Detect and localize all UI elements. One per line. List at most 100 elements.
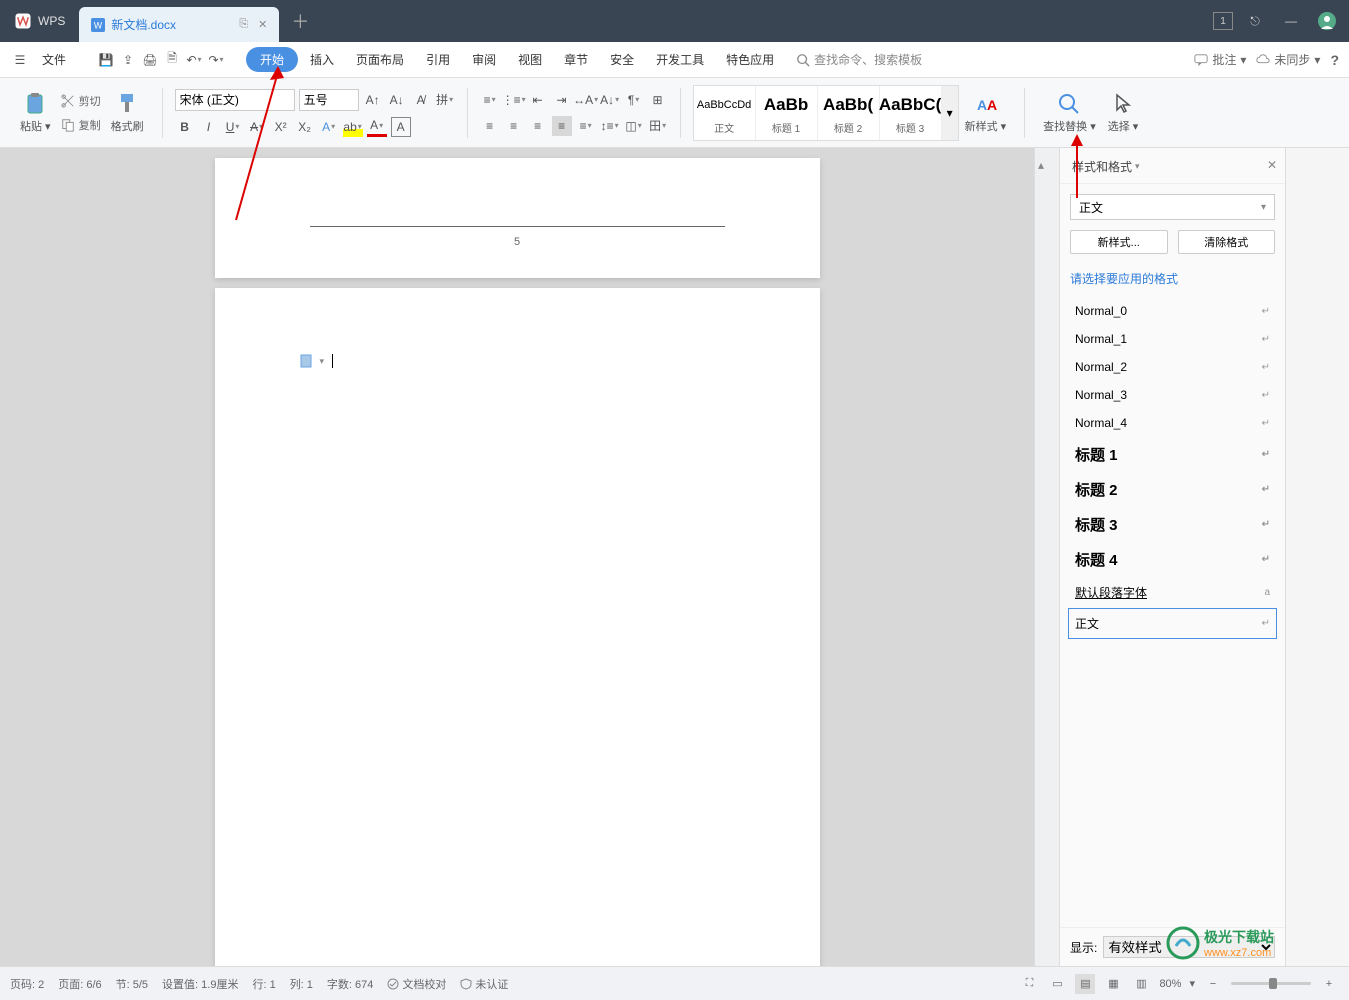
new-style-panel-button[interactable]: 新样式... [1070,230,1168,254]
fullscreen-icon[interactable]: ⛶ [1019,974,1039,994]
tab-sections[interactable]: 章节 [554,46,598,73]
save-icon[interactable]: 💾 [96,50,116,70]
outline-icon[interactable]: ▥ [1131,974,1151,994]
para-symbol-button[interactable]: ¶ [624,90,644,110]
copy-button[interactable]: 复制 [57,115,105,135]
select-button[interactable]: 选择 ▾ [1102,88,1145,138]
align-left-button[interactable]: ≡ [480,116,500,136]
highlight-button[interactable]: ab [343,117,363,137]
clear-format-button[interactable]: A̸ [411,90,431,110]
char-scale-button[interactable]: ↔A [576,90,596,110]
undo-button[interactable]: ↶ [184,50,204,70]
decrease-indent-button[interactable]: ⇤ [528,90,548,110]
borders-button[interactable]: 田 [648,116,668,136]
style-list-item[interactable]: Normal_3↵ [1068,381,1277,409]
zoom-slider[interactable] [1231,982,1311,985]
justify-button[interactable]: ≡ [552,116,572,136]
style-heading1[interactable]: AaBb 标题 1 [756,86,818,140]
char-border-button[interactable]: A [391,117,411,137]
phonetic-button[interactable]: 拼 [435,90,455,110]
section-status[interactable]: 节: 5/5 [116,976,148,992]
options-icon[interactable]: ⎋ [1241,7,1269,35]
font-size-select[interactable] [299,89,359,111]
zoom-level[interactable]: 80% [1159,978,1181,990]
zoom-out-button[interactable]: − [1203,974,1223,994]
style-list-item[interactable]: 标题 1↵ [1068,437,1277,472]
style-list-item[interactable]: 标题 4↵ [1068,542,1277,577]
read-mode-icon[interactable]: ▭ [1047,974,1067,994]
superscript-button[interactable]: X² [271,117,291,137]
style-heading2[interactable]: AaBb( 标题 2 [818,86,880,140]
minimize-button[interactable]: — [1277,7,1305,35]
print-layout-icon[interactable]: ▤ [1075,974,1095,994]
page-code-status[interactable]: 页码: 2 [10,976,44,992]
tab-pin-button[interactable]: ⎘ [237,16,250,33]
tab-review[interactable]: 审阅 [462,46,506,73]
grow-font-button[interactable]: A↑ [363,90,383,110]
align-center-button[interactable]: ≡ [504,116,524,136]
bold-button[interactable]: B [175,117,195,137]
panel-close-button[interactable]: ✕ [1267,158,1277,172]
document-tab[interactable]: W 新文档.docx ⎘ ✕ [79,7,279,42]
print-preview-icon[interactable]: 🗎 [162,50,182,70]
text-effects-button[interactable]: A [319,117,339,137]
shrink-font-button[interactable]: A↓ [387,90,407,110]
doc-check-status[interactable]: 文档校对 [387,976,446,992]
zoom-in-button[interactable]: + [1319,974,1339,994]
style-list-item[interactable]: Normal_1↵ [1068,325,1277,353]
style-normal[interactable]: AaBbCcDd 正文 [694,86,756,140]
numbering-button[interactable]: ⋮≡ [504,90,524,110]
style-list-item[interactable]: Normal_2↵ [1068,353,1277,381]
style-list[interactable]: Normal_0↵Normal_1↵Normal_2↵Normal_3↵Norm… [1060,293,1285,927]
increase-indent-button[interactable]: ⇥ [552,90,572,110]
help-button[interactable]: ? [1330,52,1339,68]
tab-special[interactable]: 特色应用 [716,46,784,73]
document-page[interactable]: ▾ [215,288,820,966]
print-icon[interactable]: 🖨 [140,50,160,70]
style-heading3[interactable]: AaBbC( 标题 3 [880,86,942,140]
set-value-status[interactable]: 设置值: 1.9厘米 [162,976,238,992]
italic-button[interactable]: I [199,117,219,137]
style-gallery-expand[interactable]: ▾ [942,86,958,140]
new-tab-button[interactable]: ＋ [279,0,321,42]
tab-security[interactable]: 安全 [600,46,644,73]
up-icon[interactable]: ▴ [1038,158,1056,176]
new-style-button[interactable]: AA 新样式 ▾ [959,88,1013,138]
export-icon[interactable]: ⇪ [118,50,138,70]
auth-status[interactable]: 未认证 [460,976,508,992]
subscript-button[interactable]: X₂ [295,117,315,137]
redo-button[interactable]: ↷ [206,50,226,70]
font-family-select[interactable] [175,89,295,111]
bullets-button[interactable]: ≡ [480,90,500,110]
col-status[interactable]: 列: 1 [290,976,313,992]
cut-button[interactable]: 剪切 [57,91,105,111]
search-box[interactable]: 查找命令、搜索模板 [796,51,922,68]
sort-button[interactable]: A↓ [600,90,620,110]
underline-button[interactable]: U [223,117,243,137]
align-right-button[interactable]: ≡ [528,116,548,136]
hamburger-icon[interactable]: ☰ [10,50,30,70]
panel-title[interactable]: 样式和格式 [1060,148,1285,184]
strikethrough-button[interactable]: A [247,117,267,137]
user-icon[interactable] [1313,7,1341,35]
annotate-button[interactable]: 批注 ▾ [1194,51,1246,68]
tab-references[interactable]: 引用 [416,46,460,73]
style-list-item[interactable]: 标题 2↵ [1068,472,1277,507]
style-list-item[interactable]: 默认段落字体a [1068,577,1277,608]
show-marks-button[interactable]: ⊞ [648,90,668,110]
shading-button[interactable]: ◫ [624,116,644,136]
sync-button[interactable]: 未同步 ▾ [1256,51,1320,68]
format-painter-button[interactable]: 格式刷 [105,88,150,138]
style-list-item[interactable]: 标题 3↵ [1068,507,1277,542]
row-status[interactable]: 行: 1 [252,976,275,992]
tab-insert[interactable]: 插入 [300,46,344,73]
style-list-item[interactable]: Normal_4↵ [1068,409,1277,437]
tab-close-button[interactable]: ✕ [256,16,269,33]
tab-start[interactable]: 开始 [246,47,298,72]
tab-page-layout[interactable]: 页面布局 [346,46,414,73]
style-list-item[interactable]: 正文↵ [1068,608,1277,639]
current-style-select[interactable]: 正文 [1070,194,1275,220]
distributed-button[interactable]: ≡ [576,116,596,136]
window-counter[interactable]: 1 [1213,12,1233,30]
paste-button[interactable]: 粘贴 ▾ [14,88,57,138]
